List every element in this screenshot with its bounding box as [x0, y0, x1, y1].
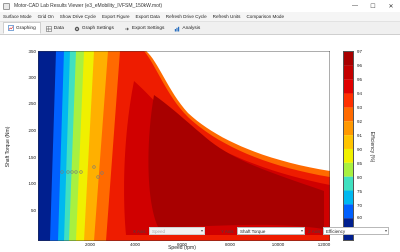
- y-tick: 100: [28, 181, 36, 186]
- x-axis-select-value: Speed: [152, 228, 166, 234]
- x-tick: 12000: [317, 242, 331, 247]
- tab-label: Graphing: [16, 25, 36, 31]
- tab-label: Graph Settings: [81, 26, 114, 31]
- colorbar-tick: 94: [357, 91, 363, 96]
- colorbar-tick: 60: [357, 215, 363, 220]
- colorbar-tick: 70: [357, 203, 363, 208]
- menu-refresh-units[interactable]: Refresh Units: [213, 14, 241, 19]
- efficiency-contour-map[interactable]: [38, 51, 330, 241]
- tab-bar: Graphing Data Graph Settings Export Sett…: [0, 22, 400, 35]
- colorbar-tick: 85: [357, 161, 363, 166]
- colorbar-tick: 80: [357, 175, 363, 180]
- x-tick: 10000: [271, 242, 285, 247]
- colorbar-tick: 93: [357, 105, 363, 110]
- efficiency-colorbar: [343, 51, 354, 241]
- colorbar-tick: 96: [357, 63, 363, 68]
- colorbar-tick: 90: [357, 147, 363, 152]
- x-axis-select: Speed ▾: [149, 227, 205, 235]
- y-tick: 350: [28, 49, 36, 54]
- x-axis-label: Speed (rpm): [168, 245, 196, 251]
- menu-comparison-mode[interactable]: Comparison Mode: [246, 14, 284, 19]
- window-controls: — ☐ ✕: [346, 0, 400, 12]
- chevron-down-icon: ▾: [384, 228, 387, 233]
- window-title: Motor-CAD Lab Results Viewer (e3_eMobili…: [14, 3, 163, 9]
- menu-surface-mode[interactable]: Surface Mode: [3, 14, 32, 19]
- y-tick: 50: [30, 208, 36, 213]
- menu-bar: Surface Mode Grid On Show Drive Cycle Ex…: [0, 12, 400, 22]
- x-tick: 8000: [224, 242, 236, 247]
- tab-export-settings[interactable]: Export Settings: [119, 23, 170, 34]
- tab-data[interactable]: Data: [41, 23, 69, 34]
- close-button[interactable]: ✕: [382, 0, 400, 12]
- title-bar: Motor-CAD Lab Results Viewer (e3_eMobili…: [0, 0, 400, 12]
- z-axis-select-label: Z Axis:: [308, 228, 322, 234]
- y-tick: 150: [28, 155, 36, 160]
- gear-icon: [74, 26, 80, 31]
- z-axis-select-value: Efficiency: [326, 228, 346, 234]
- colorbar-tick: 92: [357, 119, 363, 124]
- y-axis-label: Shaft Torque (Nm): [5, 126, 11, 168]
- axis-selector-bar: X Axis: Speed ▾ Y Axis: Shaft Torque ▾ Z…: [0, 224, 400, 238]
- app-window: Motor-CAD Lab Results Viewer (e3_eMobili…: [0, 0, 400, 252]
- y-axis-select[interactable]: Shaft Torque ▾: [237, 227, 305, 235]
- app-icon: [3, 2, 10, 10]
- tab-analysis[interactable]: Analysis: [169, 23, 205, 34]
- menu-export-data[interactable]: Export Data: [136, 14, 160, 19]
- maximize-button[interactable]: ☐: [364, 0, 382, 12]
- x-tick: 2000: [84, 242, 96, 247]
- tab-label: Analysis: [182, 26, 201, 31]
- colorbar-tick: 97: [357, 49, 363, 54]
- menu-refresh-drive-cycle[interactable]: Refresh Drive Cycle: [166, 14, 207, 19]
- tab-label: Export Settings: [131, 26, 165, 31]
- graph-icon: [8, 25, 14, 31]
- colorbar-tick: 75: [357, 189, 363, 194]
- menu-grid-on[interactable]: Grid On: [38, 14, 54, 19]
- export-icon: [124, 27, 129, 30]
- y-tick: 300: [28, 75, 36, 80]
- tab-graph-settings[interactable]: Graph Settings: [69, 23, 119, 34]
- colorbar-tick: 91: [357, 133, 363, 138]
- chevron-down-icon: ▾: [300, 228, 303, 233]
- y-axis-select-value: Shaft Torque: [240, 228, 266, 234]
- chevron-down-icon: ▾: [200, 228, 203, 233]
- graph-panel: Shaft Torque (Nm) 350 300 250 200 150 10…: [0, 35, 400, 252]
- minimize-button[interactable]: —: [346, 0, 364, 12]
- colorbar-tick: 95: [357, 77, 363, 82]
- x-axis-select-label: X Axis:: [133, 228, 147, 234]
- colorbar-label: Efficiency (%): [369, 131, 375, 163]
- tab-graphing[interactable]: Graphing: [3, 22, 41, 34]
- y-tick: 200: [28, 128, 36, 133]
- y-tick: 250: [28, 101, 36, 106]
- data-icon: [45, 25, 52, 32]
- x-tick: 4000: [129, 242, 141, 247]
- menu-export-figure[interactable]: Export Figure: [102, 14, 130, 19]
- y-axis-select-label: Y Axis:: [221, 228, 235, 234]
- menu-show-drive-cycle[interactable]: Show Drive Cycle: [60, 14, 96, 19]
- z-axis-select[interactable]: Efficiency ▾: [323, 227, 389, 235]
- tab-label: Data: [53, 26, 64, 31]
- analysis-icon: [175, 26, 180, 31]
